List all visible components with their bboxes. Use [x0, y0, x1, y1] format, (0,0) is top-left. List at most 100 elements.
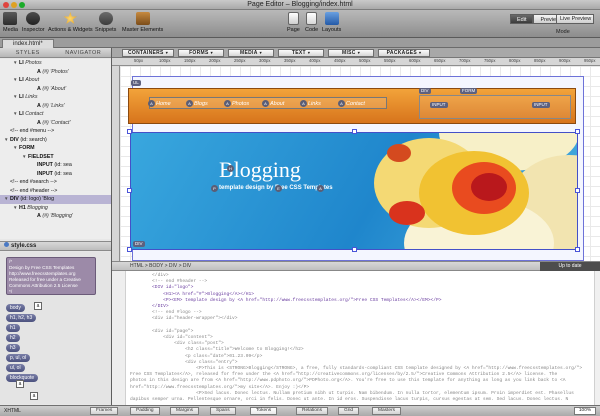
media-icon	[3, 12, 18, 25]
breadcrumb-path[interactable]: HTML > BODY > DIV > DIV	[130, 262, 191, 271]
resize-handle[interactable]	[575, 188, 580, 193]
a-tag-icon: A	[186, 100, 193, 107]
css-selector[interactable]: ul, ol	[6, 364, 25, 372]
stylesheet-header[interactable]: style.css	[0, 241, 111, 251]
layouts-button[interactable]: Layouts	[322, 12, 341, 33]
ruler-mark: 750px	[484, 58, 496, 63]
overlay-toggle-spans[interactable]: Spans	[210, 407, 236, 415]
search-block[interactable]: DIV FORM INPUT INPUT	[419, 88, 571, 119]
tree-tag: LI	[19, 77, 24, 83]
snippets-button[interactable]: Snippets	[95, 12, 116, 33]
menu-list[interactable]: Home A Blogs A Photos A About A Links A Contact A	[148, 97, 387, 109]
inspector-icon	[26, 12, 41, 25]
tree-tag: DIV	[10, 196, 19, 202]
a-tag-icon: A	[338, 100, 345, 107]
overlay-toggle-margins[interactable]: Margins	[170, 407, 200, 415]
edit-mode-button[interactable]: Edit	[510, 14, 534, 24]
navigator-row[interactable]: ▼ LI Photos	[0, 59, 111, 68]
title-bar: Page Editor – Blogging/index.html	[0, 0, 600, 10]
css-selector[interactable]: h1	[6, 324, 20, 332]
code-scrollbar[interactable]	[594, 271, 600, 405]
inspector-button[interactable]: Inspector	[22, 12, 45, 33]
menu-item-contact[interactable]: Contact	[346, 100, 365, 108]
navigator-row[interactable]: A (#) 'Photos'	[0, 68, 111, 77]
overlay-toggle-relations[interactable]: Relations	[296, 407, 328, 415]
selection-outline	[130, 132, 578, 250]
tree-tag: A	[37, 119, 41, 126]
media-menu[interactable]: MEDIA	[228, 49, 274, 57]
navigator-row[interactable]: A (#) 'Links'	[0, 102, 111, 111]
page-button[interactable]: Page	[287, 12, 300, 33]
navigator-row[interactable]: ▼ LI Contact	[0, 110, 111, 119]
code-editor[interactable]: </div> <!-- end #header --> <DIV id="log…	[112, 271, 600, 405]
overlay-toggle-tokens[interactable]: Tokens	[250, 407, 278, 415]
packages-menu[interactable]: PACKAGES	[378, 49, 430, 57]
tree-text: (#) 'Contact'	[42, 119, 71, 126]
css-selector[interactable]: h1, h2, h3	[6, 314, 37, 322]
overlay-toggle-grid[interactable]: Grid	[338, 407, 360, 415]
menu-item-home[interactable]: Home	[156, 100, 171, 108]
text-menu[interactable]: TEXT	[278, 49, 324, 57]
css-selector[interactable]: h3	[6, 344, 20, 352]
resize-handle[interactable]	[352, 247, 357, 252]
forms-menu[interactable]: FORMS	[178, 49, 224, 57]
navigator-row[interactable]: INPUT (id: sea	[0, 161, 111, 170]
tree-tag: A	[37, 85, 41, 92]
menu-item-links[interactable]: Links	[308, 100, 321, 108]
actions-widgets-label: Actions & Widgets	[48, 27, 93, 33]
a-tag-icon: A	[148, 100, 155, 107]
window-title: Page Editor – Blogging/index.html	[247, 1, 353, 8]
navigator-row[interactable]: A (#) 'About'	[0, 85, 111, 94]
navigator-row[interactable]: ▼ FIELDSET	[0, 153, 111, 162]
resize-handle[interactable]	[575, 129, 580, 134]
media-button[interactable]: Media	[3, 12, 18, 33]
overlay-toggle-masters[interactable]: Masters	[372, 407, 402, 415]
media-label: Media	[3, 27, 18, 33]
zoom-select[interactable]: 100%	[574, 407, 596, 415]
resize-handle[interactable]	[127, 247, 132, 252]
navigator-row[interactable]: INPUT (id: sea	[0, 170, 111, 179]
tree-tag: INPUT	[37, 170, 53, 177]
navigator-row[interactable]: ▼ LI Links	[0, 93, 111, 102]
tab-styles[interactable]: STYLES	[0, 48, 56, 57]
navigator-row[interactable]: <!-- end #search -->	[0, 178, 111, 187]
tree-text: (#) 'Links'	[42, 102, 65, 109]
navigator-row[interactable]: <!-- end #header -->	[0, 187, 111, 196]
ruler-mark: 650px	[434, 58, 446, 63]
navigator-row[interactable]: ▼ DIV (id: logo) 'Blog	[0, 195, 111, 204]
resize-handle[interactable]	[127, 188, 132, 193]
css-selector[interactable]: p, ul, ol	[6, 354, 31, 362]
live-preview-select[interactable]: Live Preview	[556, 14, 594, 24]
menu-item-about[interactable]: About	[270, 100, 284, 108]
menu-item-photos[interactable]: Photos	[232, 100, 249, 108]
code-button[interactable]: Code	[305, 12, 318, 33]
navigator-row[interactable]: A (#) 'Contact'	[0, 119, 111, 128]
navigator-row[interactable]: ▼ H1 Blogging	[0, 204, 111, 213]
design-canvas[interactable]: Home A Blogs A Photos A About A Links A Contact A D…	[120, 66, 600, 261]
header-block[interactable]: Home A Blogs A Photos A About A Links A Contact A D…	[128, 80, 576, 124]
overlay-toggle-frames[interactable]: Frames	[90, 407, 119, 415]
tree-tag: FORM	[19, 145, 35, 151]
resize-handle[interactable]	[575, 247, 580, 252]
navigator-row[interactable]: <!-- end #menu -->	[0, 127, 111, 136]
tree-text: (id: sea	[54, 162, 72, 168]
actions-widgets-button[interactable]: Actions & Widgets	[48, 12, 93, 33]
navigator-row[interactable]: ▼ DIV (id: search)	[0, 136, 111, 145]
stylesheet-name: style.css	[11, 243, 37, 249]
resize-handle[interactable]	[127, 129, 132, 134]
overlay-toggle-padding[interactable]: Padding	[130, 407, 160, 415]
navigator-row[interactable]: A (#) 'Blogging'	[0, 212, 111, 221]
master-elements-button[interactable]: Master Elements	[122, 12, 163, 33]
tab-navigator[interactable]: NAVIGATOR	[56, 48, 112, 57]
css-selector[interactable]: body	[6, 304, 25, 312]
containers-menu[interactable]: CONTAINERS	[122, 49, 174, 57]
navigator-row[interactable]: ▼ LI About	[0, 76, 111, 85]
css-selector[interactable]: h2	[6, 334, 20, 342]
a-tag-icon: A	[224, 100, 231, 107]
ruler-mark: 200px	[209, 58, 221, 63]
navigator-row[interactable]: ▼ FORM	[0, 144, 111, 153]
tab-index-html[interactable]: index.html*	[2, 39, 54, 48]
menu-item-blogs[interactable]: Blogs	[194, 100, 208, 108]
resize-handle[interactable]	[352, 129, 357, 134]
misc-menu[interactable]: MISC	[328, 49, 374, 57]
